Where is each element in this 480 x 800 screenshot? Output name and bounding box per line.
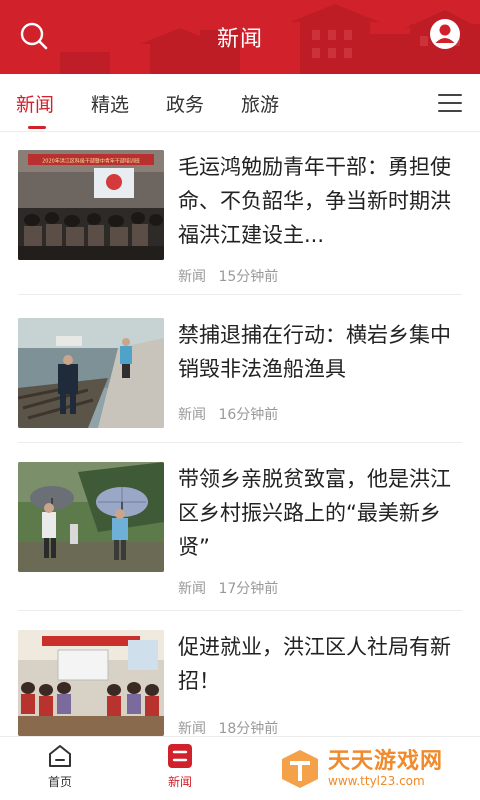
- news-category: 新闻: [178, 721, 206, 737]
- news-timestamp: 15分钟前: [218, 269, 279, 285]
- news-meta: 新闻 16分钟前: [178, 404, 286, 424]
- news-headline[interactable]: 带领乡亲脱贫致富，他是洪江区乡村振兴路上的“最美新乡贤”: [178, 462, 462, 564]
- tab-government[interactable]: 政务: [166, 74, 204, 132]
- list-item[interactable]: 促进就业，洪江区人社局有新招！ 新闻 18分钟前: [18, 630, 462, 738]
- nav-home-label: 首页: [47, 775, 72, 789]
- news-icon: [168, 744, 192, 768]
- news-thumbnail: [18, 462, 164, 572]
- news-meta: 新闻 15分钟前: [178, 266, 286, 286]
- news-headline[interactable]: 毛运鸿勉励青年干部：勇担使命、不负韶华，争当新时期洪福洪江建设主...: [178, 150, 462, 252]
- news-category: 新闻: [178, 407, 206, 423]
- tab-news[interactable]: 新闻: [16, 74, 54, 132]
- user-icon: [430, 19, 460, 49]
- news-thumbnail: [18, 318, 164, 428]
- list-item[interactable]: 禁捕退捕在行动：横岩乡集中销毁非法渔船渔具 新闻 16分钟前: [18, 318, 462, 433]
- app-header: 新闻: [0, 0, 480, 74]
- news-category: 新闻: [178, 269, 206, 285]
- watermark-logo-icon: [282, 750, 318, 788]
- thumbnail-banner-text: 2020年洪江区科级干部暨中青年干部培训班: [42, 158, 140, 165]
- news-category: 新闻: [178, 581, 206, 597]
- nav-home[interactable]: 首页: [20, 743, 100, 797]
- nav-news-label: 新闻: [167, 775, 192, 789]
- nav-news[interactable]: 新闻: [140, 743, 220, 797]
- hamburger-menu-icon[interactable]: [438, 92, 462, 114]
- watermark-url: www.ttyl23.com: [328, 774, 425, 788]
- divider: [18, 294, 462, 295]
- tab-tourism[interactable]: 旅游: [241, 74, 279, 132]
- divider: [18, 442, 462, 443]
- list-item[interactable]: 2020年洪江区科级干部暨中青年干部培训班 毛运鸿勉励青年干部：勇担使命、不负韶…: [18, 150, 462, 290]
- news-timestamp: 18分钟前: [218, 721, 279, 737]
- news-meta: 新闻 17分钟前: [178, 578, 286, 598]
- news-timestamp: 17分钟前: [218, 581, 279, 597]
- news-thumbnail: [18, 630, 164, 736]
- news-meta: 新闻 18分钟前: [178, 718, 286, 738]
- user-profile-button[interactable]: [428, 17, 462, 51]
- category-tabs: 新闻 精选 政务 旅游: [0, 74, 480, 132]
- site-watermark: 天天游戏网 www.ttyl23.com: [278, 742, 478, 796]
- news-headline[interactable]: 促进就业，洪江区人社局有新招！: [178, 630, 462, 698]
- active-tab-indicator: [28, 126, 46, 129]
- watermark-name: 天天游戏网: [328, 749, 444, 774]
- page-title: 新闻: [216, 27, 263, 52]
- divider: [18, 610, 462, 611]
- tab-featured[interactable]: 精选: [91, 74, 129, 132]
- list-item[interactable]: 带领乡亲脱贫致富，他是洪江区乡村振兴路上的“最美新乡贤” 新闻 17分钟前: [18, 462, 462, 602]
- news-headline[interactable]: 禁捕退捕在行动：横岩乡集中销毁非法渔船渔具: [178, 318, 462, 386]
- news-timestamp: 16分钟前: [218, 407, 279, 423]
- home-icon: [49, 745, 71, 767]
- news-thumbnail: 2020年洪江区科级干部暨中青年干部培训班: [18, 150, 164, 260]
